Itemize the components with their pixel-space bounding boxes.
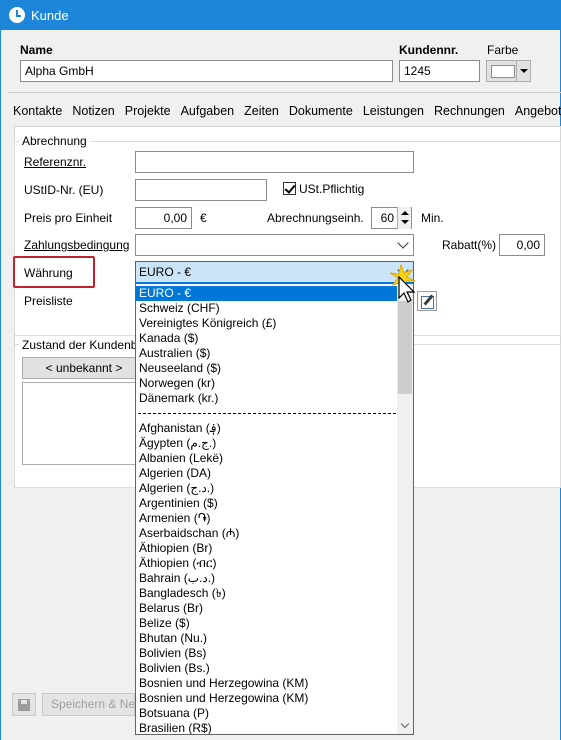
color-label: Farbe bbox=[487, 43, 519, 57]
currency-option[interactable]: Äthiopien (ብር) bbox=[136, 556, 398, 571]
currency-option-selected[interactable]: EURO - € bbox=[136, 286, 398, 301]
currency-option[interactable]: Algerien (DA) bbox=[136, 466, 398, 481]
name-label: Name bbox=[20, 43, 53, 57]
tab-projekte[interactable]: Projekte bbox=[125, 104, 171, 122]
mouse-pointer-icon bbox=[389, 264, 416, 303]
currency-option[interactable]: Armenien (֏) bbox=[136, 511, 398, 526]
scroll-down-icon[interactable] bbox=[400, 719, 410, 729]
chevron-down-icon bbox=[516, 61, 530, 81]
currency-option[interactable]: Neuseeland ($) bbox=[136, 361, 398, 376]
color-swatch bbox=[491, 65, 515, 78]
tab-angebote[interactable]: Angebote bbox=[515, 104, 561, 122]
scrollbar-thumb[interactable] bbox=[398, 301, 412, 394]
currency-option[interactable]: Dänemark (kr.) bbox=[136, 391, 398, 406]
customer-number-field[interactable]: 1245 bbox=[399, 60, 480, 82]
clock-icon bbox=[9, 7, 25, 23]
currency-option[interactable]: Botsuana (P) bbox=[136, 706, 398, 721]
spin-up-icon bbox=[401, 211, 409, 215]
currency-dropdown-list[interactable]: EURO - € Schweiz (CHF) Vereinigtes König… bbox=[135, 283, 414, 735]
currency-option[interactable]: Bangladesch (৳) bbox=[136, 586, 398, 601]
discount-field[interactable]: 0,00 bbox=[499, 234, 545, 256]
currency-option[interactable]: Afghanistan (؋) bbox=[136, 421, 398, 436]
reference-field[interactable] bbox=[135, 151, 414, 173]
header-divider bbox=[8, 92, 561, 93]
color-picker[interactable] bbox=[486, 60, 531, 82]
currency-option[interactable]: Albanien (Lekë) bbox=[136, 451, 398, 466]
billing-unit-suffix: Min. bbox=[421, 211, 444, 225]
name-field[interactable]: Alpha GmbH bbox=[20, 60, 393, 82]
floppy-disk-icon bbox=[18, 699, 30, 711]
currency-option[interactable]: Belarus (Br) bbox=[136, 601, 398, 616]
price-unit-label: Preis pro Einheit bbox=[24, 211, 113, 225]
currency-option[interactable]: Äthiopien (Br) bbox=[136, 541, 398, 556]
reference-label: Referenznr. bbox=[24, 155, 87, 169]
currency-option[interactable]: Bosnien und Herzegowina (KM) bbox=[136, 676, 398, 691]
vat-liable-label: USt.Pflichtig bbox=[299, 182, 365, 196]
currency-option[interactable]: Bahrain (د.ب.) bbox=[136, 571, 398, 586]
tab-dokumente[interactable]: Dokumente bbox=[289, 104, 353, 122]
currency-list-divider bbox=[138, 413, 396, 414]
billing-unit-label: Abrechnungseinh. bbox=[267, 211, 364, 225]
discount-label: Rabatt(%) bbox=[442, 238, 497, 252]
currency-option[interactable]: Australien ($) bbox=[136, 346, 398, 361]
currency-option[interactable]: Vereinigtes Königreich (£) bbox=[136, 316, 398, 331]
currency-option[interactable]: Ägypten (ج.م.) bbox=[136, 436, 398, 451]
currency-option[interactable]: Bosnien und Herzegowina (KM) bbox=[136, 691, 398, 706]
currency-option[interactable]: Aserbaidschan (₼) bbox=[136, 526, 398, 541]
save-icon-button[interactable] bbox=[12, 693, 36, 716]
spin-down-icon bbox=[401, 220, 409, 224]
price-list-label: Preisliste bbox=[24, 294, 73, 308]
state-display bbox=[22, 382, 136, 465]
currency-option[interactable]: Norwegen (kr) bbox=[136, 376, 398, 391]
currency-option[interactable]: Belize ($) bbox=[136, 616, 398, 631]
currency-option[interactable]: Algerien (د.ج.) bbox=[136, 481, 398, 496]
tab-aufgaben[interactable]: Aufgaben bbox=[181, 104, 235, 122]
state-group-title: Zustand der Kundenb bbox=[19, 338, 141, 352]
title-bar: Kunde bbox=[0, 0, 561, 30]
currency-select[interactable]: EURO - € bbox=[135, 261, 414, 283]
payment-terms-select[interactable] bbox=[135, 234, 414, 256]
dropdown-scrollbar[interactable] bbox=[397, 284, 413, 734]
currency-option[interactable]: Brasilien (R$) bbox=[136, 721, 398, 734]
currency-option[interactable]: Kanada ($) bbox=[136, 331, 398, 346]
tab-leistungen[interactable]: Leistungen bbox=[363, 104, 424, 122]
currency-option[interactable]: Bolivien (Bs.) bbox=[136, 661, 398, 676]
tab-notizen[interactable]: Notizen bbox=[72, 104, 114, 122]
currency-option[interactable]: Bhutan (Nu.) bbox=[136, 631, 398, 646]
save-and-new-button[interactable]: Speichern & Ne bbox=[42, 693, 135, 716]
currency-highlight-frame bbox=[13, 256, 95, 288]
billing-unit-spinner[interactable] bbox=[397, 207, 411, 229]
vat-id-field[interactable] bbox=[135, 179, 267, 201]
window-title: Kunde bbox=[31, 8, 69, 23]
billing-group-title: Abrechnung bbox=[19, 134, 90, 148]
currency-option[interactable]: Argentinien ($) bbox=[136, 496, 398, 511]
customer-number-label: Kundennr. bbox=[399, 43, 459, 57]
price-unit-field[interactable]: 0,00 bbox=[135, 207, 192, 229]
state-button[interactable]: < unbekannt > bbox=[22, 357, 146, 379]
currency-option[interactable]: Bolivien (Bs) bbox=[136, 646, 398, 661]
tab-zeiten[interactable]: Zeiten bbox=[244, 104, 279, 122]
vat-liable-checkbox[interactable] bbox=[283, 182, 296, 195]
currency-symbol: € bbox=[200, 211, 207, 225]
vat-id-label: UStID-Nr. (EU) bbox=[24, 183, 104, 197]
window-border-left bbox=[0, 30, 1, 740]
tab-bar: Kontakte Notizen Projekte Aufgaben Zeite… bbox=[13, 104, 561, 122]
payment-terms-label: Zahlungsbedingung bbox=[24, 238, 130, 252]
currency-option[interactable]: Schweiz (CHF) bbox=[136, 301, 398, 316]
tab-kontakte[interactable]: Kontakte bbox=[13, 104, 62, 122]
tab-rechnungen[interactable]: Rechnungen bbox=[434, 104, 505, 122]
